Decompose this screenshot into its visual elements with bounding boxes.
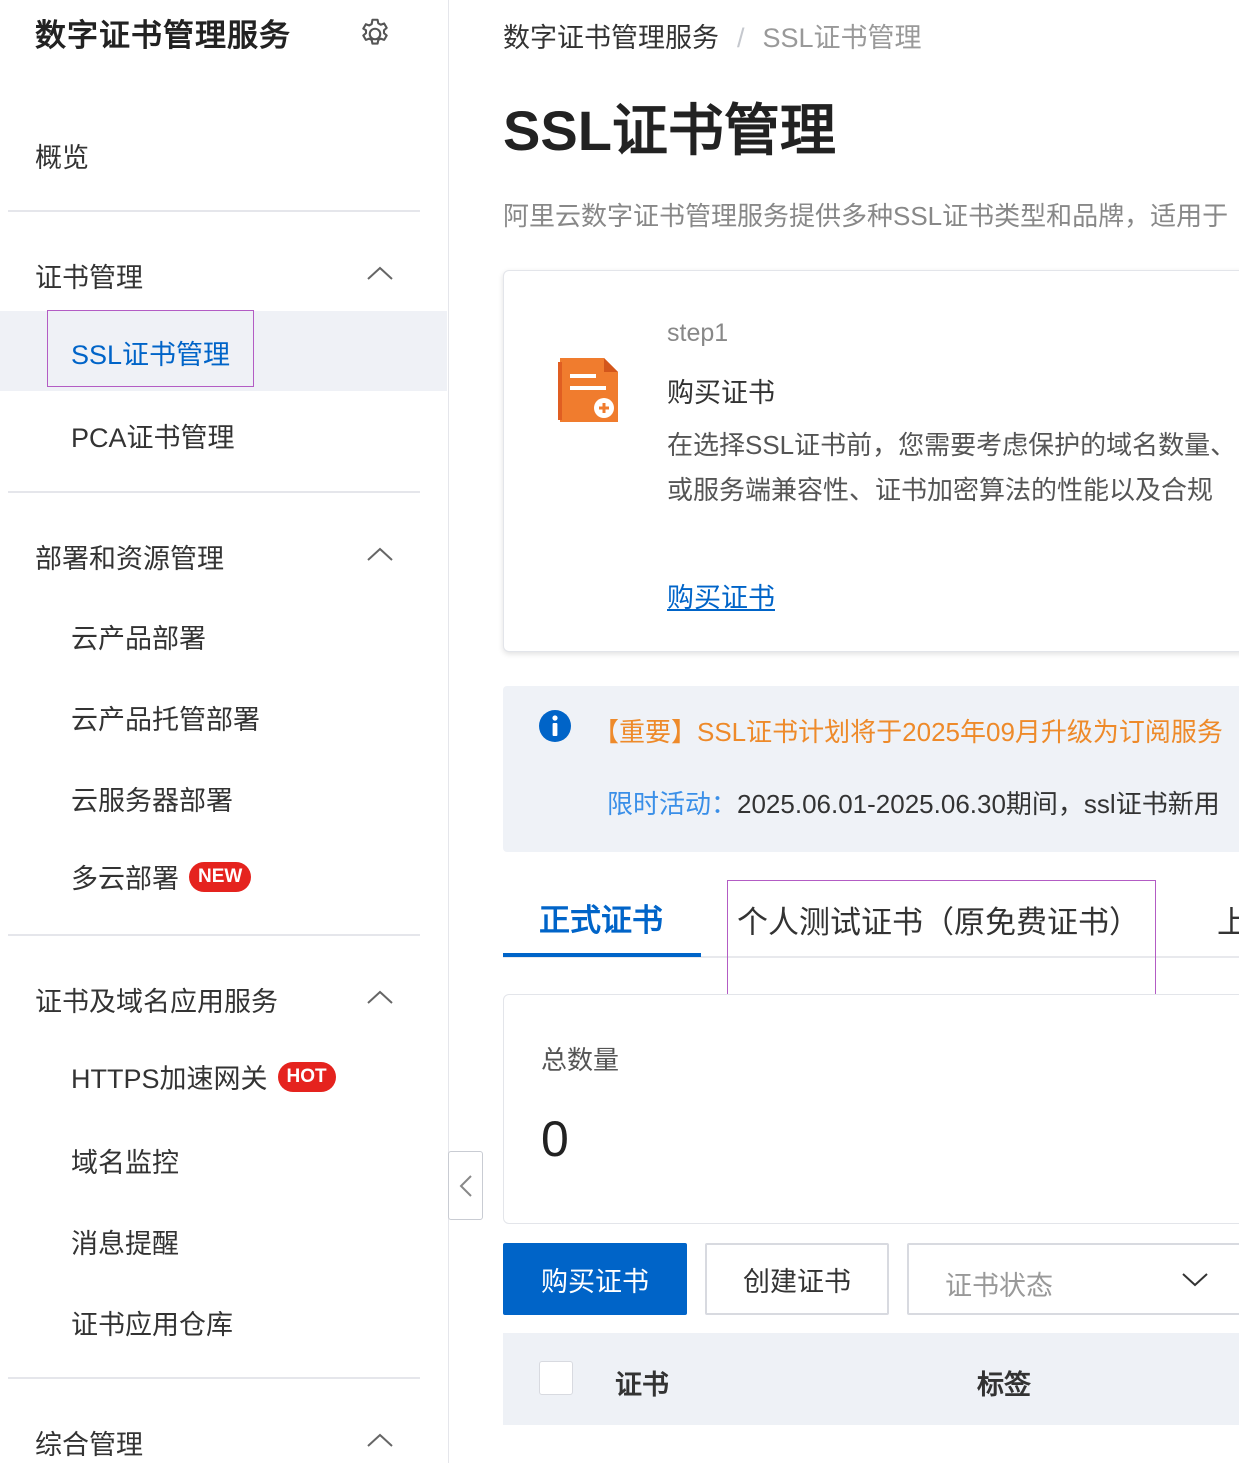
buy-cert-link[interactable]: 购买证书 [667,576,775,615]
sidebar-item-multi-cloud-deploy[interactable]: 多云部署 NEW [71,857,252,896]
notice-promo-label: 限时活动： [607,789,738,819]
chevron-up-icon[interactable] [366,265,394,281]
page-title: SSL证书管理 [503,99,836,162]
cert-status-select[interactable]: 证书状态 [907,1243,1239,1315]
notice-banner: 【重要】SSL证书计划将于2025年09月升级为订阅服务 限时活动：2025.0… [503,686,1239,852]
column-header-tags[interactable]: 标签 [977,1363,1031,1402]
sidebar-group-cert-domain-services[interactable]: 证书及域名应用服务 [35,980,278,1019]
main-content: 数字证书管理服务 / SSL证书管理 SSL证书管理 阿里云数字证书管理服务提供多种… [449,0,1239,1463]
chevron-down-icon [1182,1273,1208,1287]
sidebar-item-domain-monitor[interactable]: 域名监控 [71,1141,179,1180]
sidebar-item-overview[interactable]: 概览 [35,136,89,175]
sidebar-group-general-management[interactable]: 综合管理 [35,1423,143,1462]
sidebar-title: 数字证书管理服务 [35,18,291,53]
sidebar-item-pca-cert-management[interactable]: PCA证书管理 [71,416,235,455]
notice-promo-text: 限时活动：2025.06.01-2025.06.30期间，ssl证书新用 [607,784,1220,821]
tab-formal-cert[interactable]: 正式证书 [503,893,701,957]
sidebar-item-label: HTTPS加速网关 [71,1064,268,1094]
breadcrumb-root[interactable]: 数字证书管理服务 [503,23,719,53]
info-icon [539,710,571,742]
notice-important-text[interactable]: 【重要】SSL证书计划将于2025年09月升级为订阅服务 [593,712,1223,749]
buy-cert-button[interactable]: 购买证书 [503,1243,687,1315]
chevron-up-icon[interactable] [366,1432,394,1448]
sidebar-item-https-gateway[interactable]: HTTPS加速网关 HOT [71,1057,336,1096]
breadcrumb-current: SSL证书管理 [762,23,922,53]
divider [8,934,420,936]
sidebar-item-cloud-deploy[interactable]: 云产品部署 [71,617,206,656]
select-placeholder: 证书状态 [945,1271,1053,1301]
sidebar-item-server-deploy[interactable]: 云服务器部署 [71,779,233,818]
step-label: step1 [667,319,729,347]
stat-value: 0 [541,1111,569,1167]
sidebar-item-ssl-cert-management[interactable]: SSL证书管理 [71,333,230,372]
tab-label: 正式证书 [539,903,663,938]
sidebar-item-cert-repository[interactable]: 证书应用仓库 [71,1303,233,1342]
select-all-checkbox[interactable] [539,1361,573,1395]
column-header-cert[interactable]: 证书 [615,1363,669,1402]
step-description-line2: 或服务端兼容性、证书加密算法的性能以及合规 [667,475,1214,505]
chevron-up-icon[interactable] [366,546,394,562]
stat-card-total: 总数量 0 [503,994,1239,1224]
chevron-up-icon[interactable] [366,989,394,1005]
divider [8,210,420,212]
stat-label: 总数量 [541,1045,620,1075]
step-description-line1: 在选择SSL证书前，您需要考虑保护的域名数量、 [667,430,1237,460]
breadcrumb: 数字证书管理服务 / SSL证书管理 [503,16,922,55]
tab-upload[interactable]: 上 [1217,897,1239,942]
sidebar-item-notifications[interactable]: 消息提醒 [71,1222,179,1261]
create-cert-button[interactable]: 创建证书 [705,1243,889,1315]
notice-promo-body: 2025.06.01-2025.06.30期间，ssl证书新用 [737,789,1220,819]
sidebar-item-cloud-hosted-deploy[interactable]: 云产品托管部署 [71,698,260,737]
document-add-icon [558,358,618,422]
hot-badge: HOT [277,1061,336,1092]
sidebar-group-deploy[interactable]: 部署和资源管理 [35,537,224,576]
sidebar: 数字证书管理服务 概览 证书管理 SSL证书管理 PCA证书管理 部署和资源管理… [0,0,449,1463]
gear-icon[interactable] [357,16,393,52]
divider [8,491,420,493]
sidebar-item-label: 多云部署 [71,864,179,894]
divider [8,1377,420,1379]
new-badge: NEW [189,861,252,892]
sidebar-group-cert-management[interactable]: 证书管理 [35,256,143,295]
step-card: step1 购买证书 在选择SSL证书前，您需要考虑保护的域名数量、 或服务端兼… [503,270,1239,652]
step-title: 购买证书 [667,378,775,408]
table-header: 证书 标签 [503,1333,1239,1425]
page-description: 阿里云数字证书管理服务提供多种SSL证书类型和品牌，适用于 [503,201,1229,231]
breadcrumb-separator: / [737,23,745,53]
